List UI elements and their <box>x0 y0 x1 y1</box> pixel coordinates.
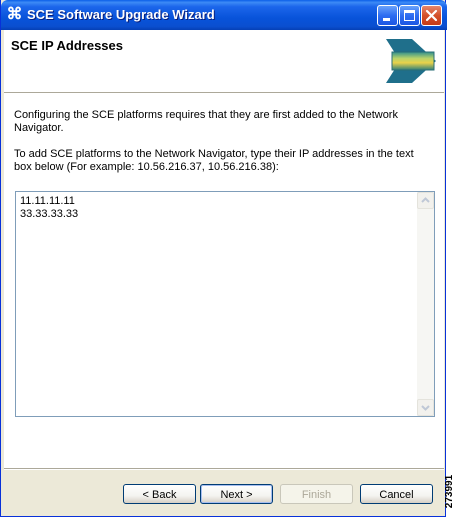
wizard-header: SCE IP Addresses <box>4 30 444 92</box>
minimize-button[interactable] <box>377 5 398 26</box>
ip-line: 11.11.11.11 <box>20 195 75 207</box>
instruction-text-1: Configuring the SCE platforms requires t… <box>14 109 398 134</box>
minimize-icon <box>383 18 390 21</box>
footer-separator <box>4 468 444 470</box>
finish-button: Finish <box>280 484 353 504</box>
ip-address-lines: 11.11.11.11 33.33.33.33 <box>20 195 78 221</box>
close-button[interactable] <box>421 5 442 26</box>
ip-address-textarea[interactable]: 11.11.11.11 33.33.33.33 <box>15 191 435 417</box>
cancel-button[interactable]: Cancel <box>360 484 433 504</box>
ip-line: 33.33.33.33 <box>20 208 79 220</box>
window-title: SCE Software Upgrade Wizard <box>27 7 215 22</box>
maximize-button[interactable] <box>399 5 420 26</box>
cisco-bridge-icon: ⌘ <box>6 6 23 23</box>
vertical-scrollbar[interactable] <box>417 192 434 416</box>
close-icon <box>425 9 438 22</box>
maximize-icon <box>404 10 415 21</box>
scroll-up-button[interactable] <box>417 192 434 209</box>
figure-code: 273991 <box>444 466 461 520</box>
chevron-up-icon <box>421 197 430 203</box>
page-title: SCE IP Addresses <box>11 38 123 53</box>
next-button[interactable]: Next > <box>200 484 273 504</box>
wizard-window: ⌘ SCE Software Upgrade Wizard SCE IP Add… <box>0 0 447 517</box>
scroll-down-button[interactable] <box>417 399 434 416</box>
figure-code-text: 273991 <box>444 474 456 509</box>
chevron-down-icon <box>421 405 430 411</box>
wizard-banner-icon <box>386 39 436 83</box>
title-bar[interactable]: ⌘ SCE Software Upgrade Wizard <box>1 0 447 30</box>
back-button[interactable]: < Back <box>123 484 196 504</box>
wizard-content: Configuring the SCE platforms requires t… <box>4 94 444 468</box>
instruction-text-2: To add SCE platforms to the Network Navi… <box>14 148 414 173</box>
